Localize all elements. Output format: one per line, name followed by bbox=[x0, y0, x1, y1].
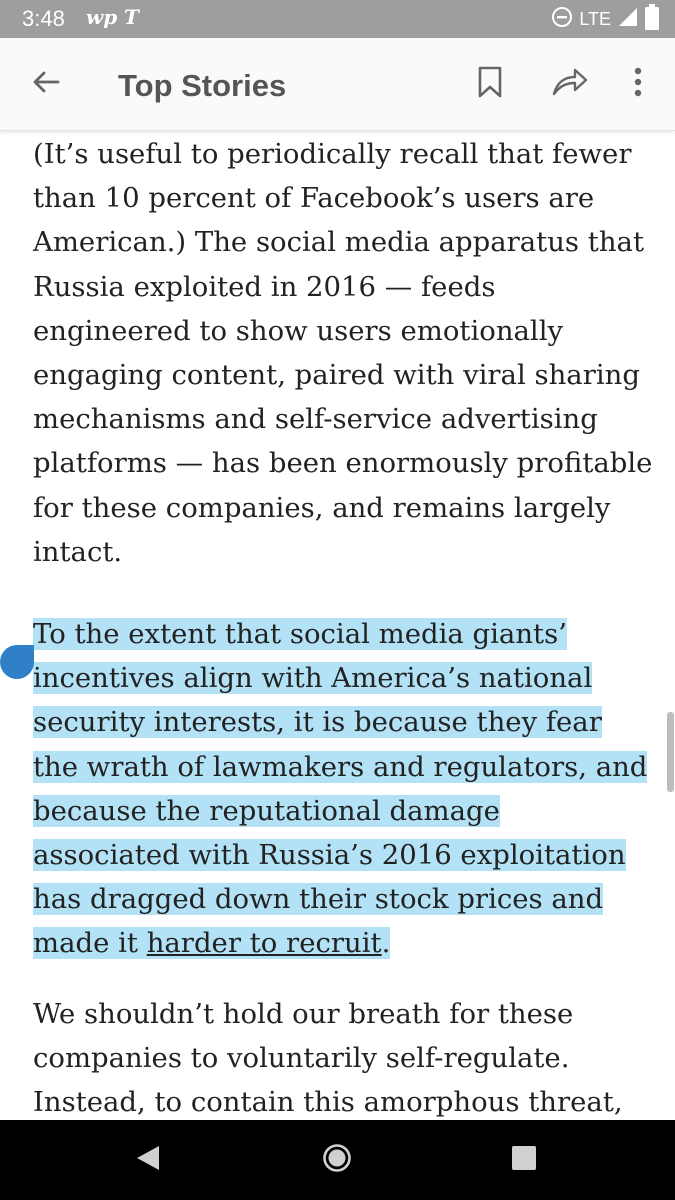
selected-text: To the extent that social media giants’ … bbox=[33, 618, 648, 960]
article-paragraph: We shouldn’t hold our breath for these c… bbox=[33, 998, 623, 1119]
overflow-menu-icon bbox=[634, 67, 642, 102]
battery-icon bbox=[645, 3, 659, 35]
share-icon bbox=[551, 67, 589, 102]
nav-back-button[interactable] bbox=[126, 1138, 170, 1182]
back-arrow-icon bbox=[31, 67, 61, 102]
washington-post-app-icon: wp bbox=[86, 5, 118, 29]
back-triangle-icon bbox=[135, 1144, 161, 1177]
harder-to-recruit-link[interactable]: harder to recruit bbox=[147, 927, 382, 959]
bookmark-button[interactable] bbox=[466, 60, 514, 108]
page-title: Top Stories bbox=[118, 68, 287, 103]
recents-square-icon bbox=[511, 1145, 537, 1176]
back-button[interactable] bbox=[22, 60, 70, 108]
selected-text-end: . bbox=[381, 927, 391, 960]
app-bar: Top Stories bbox=[0, 38, 675, 131]
nav-recents-button[interactable] bbox=[502, 1138, 546, 1182]
article-paragraph: (It’s useful to periodically recall that… bbox=[33, 138, 653, 568]
status-bar: 3:48 wp T LTE bbox=[0, 0, 675, 38]
signal-icon bbox=[617, 6, 639, 33]
overflow-menu-button[interactable] bbox=[614, 60, 662, 108]
status-time: 3:48 bbox=[22, 6, 65, 31]
status-indicators: LTE bbox=[551, 3, 659, 35]
network-type: LTE bbox=[579, 8, 611, 29]
nytimes-app-icon: T bbox=[124, 5, 139, 29]
share-button[interactable] bbox=[546, 60, 594, 108]
selected-text-content: To the extent that social media giants’ … bbox=[33, 618, 648, 960]
home-circle-icon bbox=[322, 1143, 352, 1178]
selected-paragraph[interactable]: To the extent that social media giants’ … bbox=[33, 612, 653, 966]
selection-handle[interactable] bbox=[0, 645, 34, 679]
scrollbar-thumb[interactable] bbox=[667, 712, 674, 792]
do-not-disturb-icon bbox=[551, 6, 573, 33]
bookmark-icon bbox=[477, 66, 503, 103]
nav-home-button[interactable] bbox=[315, 1138, 359, 1182]
navigation-bar bbox=[0, 1120, 675, 1200]
